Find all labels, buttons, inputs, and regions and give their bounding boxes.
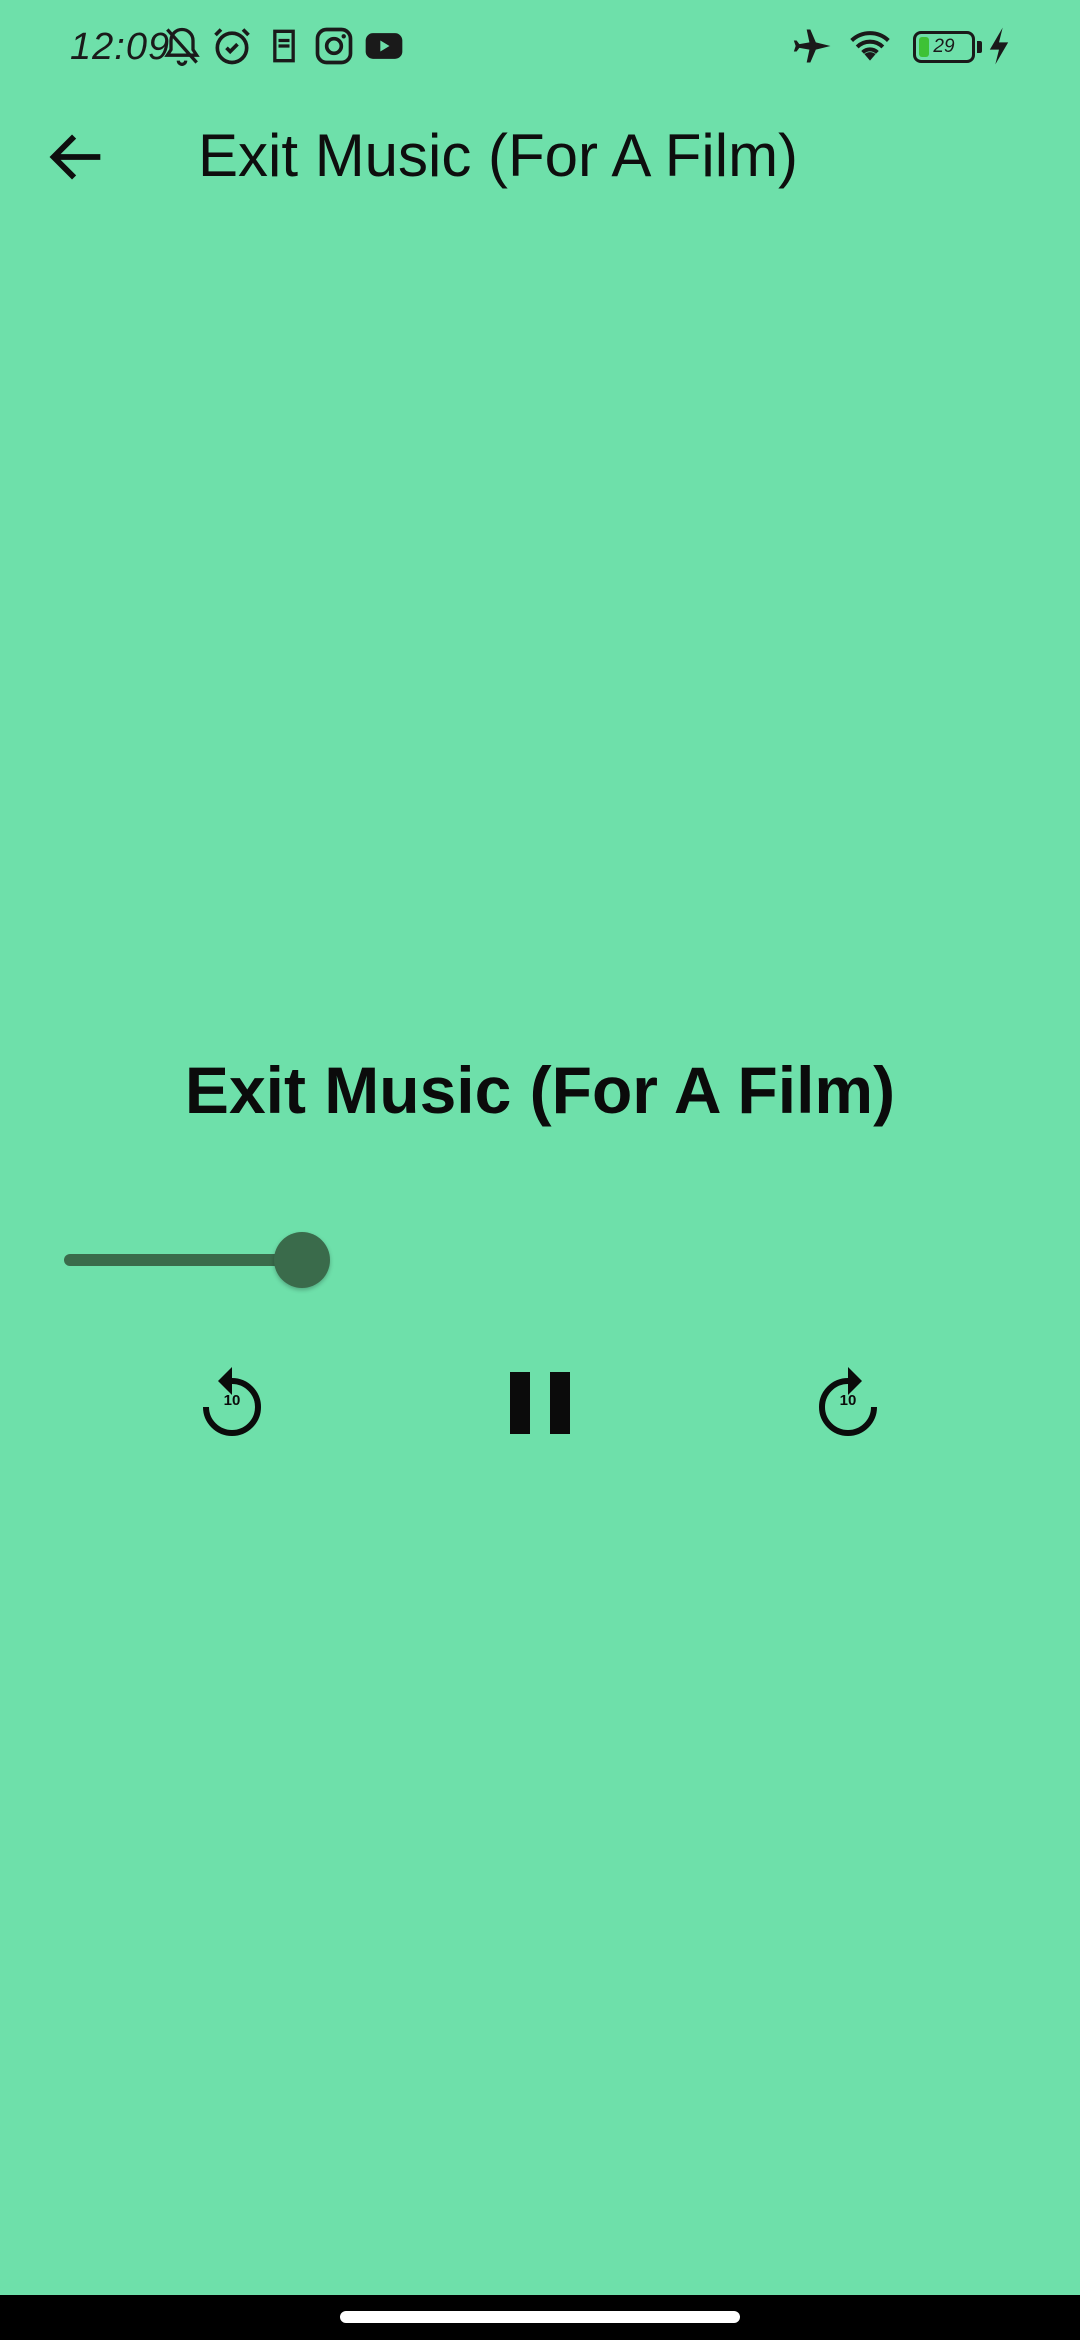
home-indicator[interactable] — [340, 2311, 740, 2323]
bell-off-icon — [160, 24, 204, 68]
replay-10-button[interactable]: 10 — [200, 1365, 264, 1439]
airplane-mode-icon — [792, 24, 836, 68]
battery-icon: 29 — [913, 31, 975, 63]
pause-button[interactable] — [502, 1362, 578, 1442]
wifi-icon — [848, 24, 892, 68]
alarm-icon — [210, 24, 254, 68]
battery-level-text: 29 — [933, 36, 955, 57]
back-button[interactable] — [42, 122, 112, 192]
replay-seconds-label: 10 — [223, 1392, 241, 1409]
navigation-bar — [0, 2295, 1080, 2340]
app-notification-icon — [262, 24, 306, 68]
youtube-icon — [362, 24, 406, 68]
track-title: Exit Music (For A Film) — [184, 1053, 896, 1127]
charging-icon — [984, 24, 1014, 68]
status-time: 12:09 — [70, 26, 171, 68]
page-title: Exit Music (For A Film) — [198, 122, 799, 189]
battery-tip — [977, 41, 982, 53]
seek-slider[interactable] — [64, 1232, 1016, 1288]
app-bar: Exit Music (For A Film) — [0, 100, 1080, 210]
forward-seconds-label: 10 — [839, 1392, 857, 1409]
pause-bar-left — [510, 1372, 530, 1434]
arrow-back-icon — [49, 134, 101, 180]
slider-thumb[interactable] — [274, 1232, 330, 1288]
slider-active-track — [64, 1254, 302, 1266]
pause-bar-right — [550, 1372, 570, 1434]
forward-10-button[interactable]: 10 — [816, 1365, 880, 1439]
status-bar: 12:09 29 — [0, 0, 1080, 100]
instagram-icon — [312, 24, 356, 68]
